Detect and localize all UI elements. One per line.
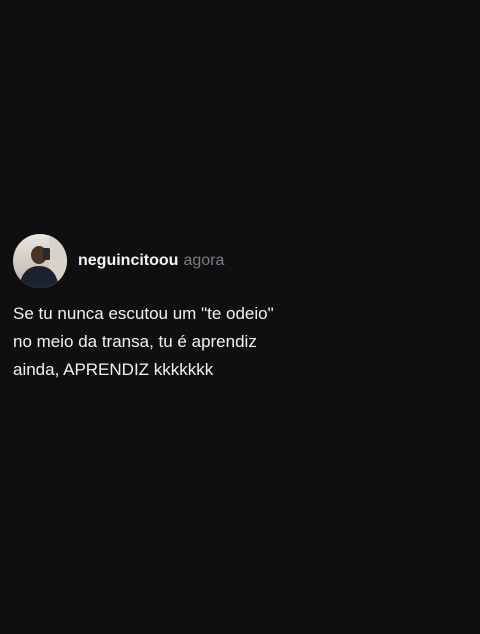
timestamp: agora xyxy=(183,252,225,269)
post-meta: neguincitoou agora xyxy=(78,252,224,270)
username[interactable]: neguincitoou xyxy=(78,252,178,270)
avatar[interactable] xyxy=(13,234,67,288)
avatar-image xyxy=(13,234,67,288)
post-header: neguincitoou agora xyxy=(13,234,468,288)
post-text: Se tu nunca escutou um "te odeio" no mei… xyxy=(13,304,274,379)
post: neguincitoou agora Se tu nunca escutou u… xyxy=(13,234,468,384)
